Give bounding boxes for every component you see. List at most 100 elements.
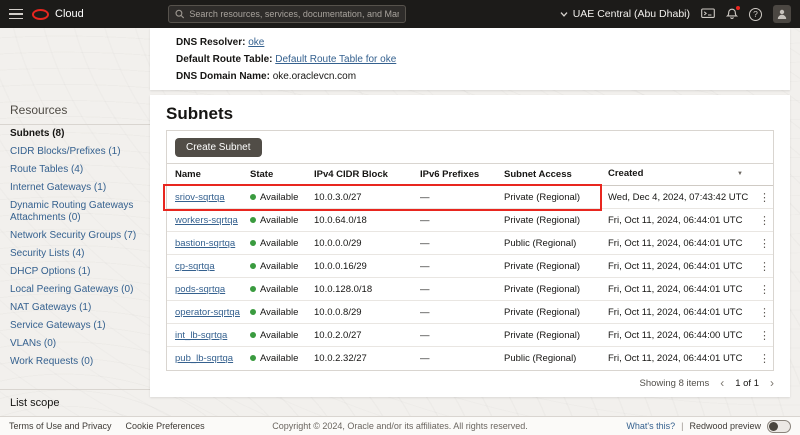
sidebar-item[interactable]: Local Peering Gateways (0) — [0, 281, 150, 299]
created-cell: Fri, Oct 11, 2024, 06:44:01 UTC — [600, 347, 751, 370]
row-actions-icon[interactable]: ⋮ — [759, 192, 770, 204]
ipv4-cidr-cell: 10.0.0.8/29 — [306, 301, 412, 324]
status-label: Available — [260, 353, 298, 364]
footer: Terms of Use and Privacy Cookie Preferen… — [0, 416, 800, 435]
created-cell: Fri, Oct 11, 2024, 06:44:01 UTC — [600, 209, 751, 232]
status-dot-icon — [250, 309, 256, 315]
sidebar-item[interactable]: Route Tables (4) — [0, 161, 150, 179]
status-dot-icon — [250, 263, 256, 269]
column-header-state: State — [242, 164, 306, 186]
topbar-actions: UAE Central (Abu Dhabi) ? — [560, 5, 800, 23]
status-label: Available — [260, 238, 298, 249]
cloud-shell-icon[interactable] — [701, 8, 715, 20]
row-actions-icon[interactable]: ⋮ — [759, 238, 770, 250]
subnet-name-link[interactable]: int_lb-sqrtqa — [175, 330, 227, 341]
search-input[interactable] — [189, 9, 399, 19]
sidebar-item[interactable]: NAT Gateways (1) — [0, 299, 150, 317]
row-actions-icon[interactable]: ⋮ — [759, 284, 770, 296]
row-actions-icon[interactable]: ⋮ — [759, 261, 770, 273]
detail-label: Default Route Table: — [176, 54, 275, 65]
sidebar-item[interactable]: CIDR Blocks/Prefixes (1) — [0, 143, 150, 161]
sidebar-item[interactable]: Dynamic Routing Gateways Attachments (0) — [0, 197, 150, 227]
subnet-access-cell: Private (Regional) — [496, 278, 600, 301]
table-row: pub_lb-sqrtqa Available 10.0.2.32/27 — P… — [167, 347, 773, 370]
column-header-subnet-access: Subnet Access — [496, 164, 600, 186]
next-page-button[interactable]: › — [770, 378, 774, 388]
status-label: Available — [260, 330, 298, 341]
status-cell: Available — [250, 330, 298, 341]
create-subnet-button[interactable]: Create Subnet — [175, 138, 262, 157]
table-header-row: Name State IPv4 CIDR Block IPv6 Prefixes… — [167, 164, 773, 186]
footer-separator: | — [681, 421, 683, 431]
ipv6-prefixes-cell: — — [412, 186, 496, 209]
oracle-o-icon — [32, 9, 49, 20]
region-label: UAE Central (Abu Dhabi) — [573, 8, 690, 20]
redwood-preview-toggle[interactable] — [767, 420, 791, 433]
row-actions-icon[interactable]: ⋮ — [759, 330, 770, 342]
column-header-name: Name — [167, 164, 242, 186]
subnet-access-cell: Private (Regional) — [496, 255, 600, 278]
status-label: Available — [260, 261, 298, 272]
terms-link[interactable]: Terms of Use and Privacy — [9, 421, 112, 431]
subnet-name-link[interactable]: workers-sqrtqa — [175, 215, 238, 226]
detail-label: DNS Resolver: — [176, 37, 248, 48]
subnet-access-cell: Public (Regional) — [496, 347, 600, 370]
created-cell: Wed, Dec 4, 2024, 07:43:42 UTC — [600, 186, 751, 209]
subnet-name-link[interactable]: operator-sqrtqa — [175, 307, 240, 318]
status-cell: Available — [250, 284, 298, 295]
profile-avatar[interactable] — [773, 5, 791, 23]
status-cell: Available — [250, 261, 298, 272]
sidebar-item[interactable]: Service Gateways (1) — [0, 317, 150, 335]
sidebar-item[interactable]: Network Security Groups (7) — [0, 227, 150, 245]
ipv4-cidr-cell: 10.0.0.0/29 — [306, 232, 412, 255]
sort-descending-icon[interactable]: ▼ — [737, 168, 743, 181]
subnet-name-link[interactable]: bastion-sqrtqa — [175, 238, 235, 249]
help-icon[interactable]: ? — [749, 8, 762, 21]
detail-value[interactable]: oke — [248, 37, 264, 48]
oracle-cloud-logo[interactable]: Cloud — [32, 8, 84, 20]
copyright-text: Copyright © 2024, Oracle and/or its affi… — [272, 421, 528, 431]
items-count-label: Showing 8 items — [640, 378, 710, 389]
person-icon — [776, 8, 788, 20]
sidebar-item[interactable]: Work Requests (0) — [0, 353, 150, 371]
ipv6-prefixes-cell: — — [412, 209, 496, 232]
row-actions-icon[interactable]: ⋮ — [759, 353, 770, 365]
table-row: operator-sqrtqa Available 10.0.0.8/29 — … — [167, 301, 773, 324]
subnet-name-link[interactable]: pods-sqrtqa — [175, 284, 225, 295]
sidebar-item[interactable]: Internet Gateways (1) — [0, 179, 150, 197]
cookie-preferences-link[interactable]: Cookie Preferences — [126, 421, 205, 431]
detail-row: DNS Resolver: oke — [176, 34, 790, 51]
sidebar-title: Resources — [0, 95, 150, 124]
column-header-created[interactable]: Created ▼ — [600, 164, 751, 186]
column-header-ipv6-prefixes: IPv6 Prefixes — [412, 164, 496, 186]
row-actions-icon[interactable]: ⋮ — [759, 215, 770, 227]
detail-row: Default Route Table: Default Route Table… — [176, 51, 790, 68]
announcements-bell-icon[interactable] — [726, 8, 738, 20]
vcn-details-panel: DNS Resolver: oke Default Route Table: D… — [150, 28, 790, 90]
sidebar-items: Subnets (8)CIDR Blocks/Prefixes (1)Route… — [0, 125, 150, 371]
page-title: Subnets — [166, 103, 774, 125]
region-selector[interactable]: UAE Central (Abu Dhabi) — [560, 8, 690, 20]
footer-right: What's this? | Redwood preview — [626, 420, 791, 433]
sidebar-item[interactable]: VLANs (0) — [0, 335, 150, 353]
created-cell: Fri, Oct 11, 2024, 06:44:01 UTC — [600, 232, 751, 255]
whats-this-link[interactable]: What's this? — [626, 421, 675, 431]
subnet-name-link[interactable]: cp-sqrtqa — [175, 261, 215, 272]
detail-row: DNS Domain Name: oke.oraclevcn.com — [176, 68, 790, 85]
sidebar-item[interactable]: Subnets (8) — [0, 125, 150, 143]
sidebar-item[interactable]: DHCP Options (1) — [0, 263, 150, 281]
sidebar-item[interactable]: Security Lists (4) — [0, 245, 150, 263]
global-search[interactable] — [168, 5, 406, 23]
subnets-list-container: Create Subnet Name State IPv4 CIDR Block… — [166, 130, 774, 371]
search-icon — [175, 9, 184, 19]
subnet-name-link[interactable]: sriov-sqrtqa — [175, 192, 225, 203]
ipv6-prefixes-cell: — — [412, 255, 496, 278]
row-actions-icon[interactable]: ⋮ — [759, 307, 770, 319]
notification-badge — [736, 6, 740, 10]
subnet-name-link[interactable]: pub_lb-sqrtqa — [175, 353, 233, 364]
table-row: sriov-sqrtqa Available 10.0.3.0/27 — Pri… — [167, 186, 773, 209]
subnet-access-cell: Private (Regional) — [496, 186, 600, 209]
menu-icon[interactable] — [0, 0, 32, 28]
previous-page-button[interactable]: ‹ — [720, 378, 724, 388]
detail-value[interactable]: Default Route Table for oke — [275, 54, 396, 65]
